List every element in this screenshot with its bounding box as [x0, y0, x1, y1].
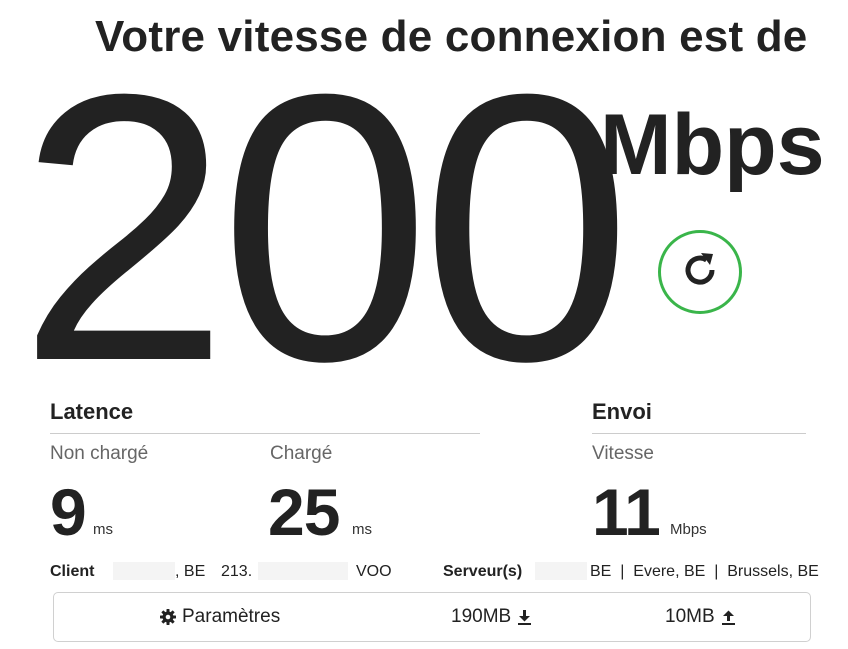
upload-arrow-icon	[721, 610, 735, 625]
latency-loaded-unit: ms	[352, 521, 372, 538]
refresh-icon	[679, 249, 721, 296]
latency-unloaded-value: 9	[50, 475, 87, 549]
download-speed-value: 200	[18, 15, 632, 440]
client-isp: VOO	[356, 563, 392, 580]
latency-loaded-value: 25	[268, 475, 340, 549]
client-country: , BE	[175, 563, 206, 580]
upload-title: Envoi	[592, 399, 652, 424]
settings-bar: Paramètres 190MB 10MB	[53, 592, 811, 642]
gear-icon	[160, 609, 176, 625]
settings-button[interactable]: Paramètres	[160, 593, 280, 641]
download-arrow-icon	[518, 609, 532, 625]
servers-list: BE | Evere, BE | Brussels, BE	[590, 563, 819, 580]
download-size-label: 190MB	[451, 606, 512, 627]
latency-loaded-label: Chargé	[270, 443, 333, 464]
client-label: Client	[50, 563, 95, 580]
latency-unloaded-label: Non chargé	[50, 443, 149, 464]
servers-redacted	[535, 562, 587, 580]
upload-size-label: 10MB	[665, 606, 715, 627]
download-size-item[interactable]: 190MB	[451, 593, 532, 641]
upload-speed-unit: Mbps	[670, 521, 707, 538]
upload-speed-value: 11	[592, 475, 661, 549]
upload-divider	[592, 433, 806, 434]
upload-speed-label: Vitesse	[592, 443, 654, 464]
client-ip-redacted	[258, 562, 348, 580]
upload-size-item[interactable]: 10MB	[665, 593, 735, 641]
refresh-button[interactable]	[658, 230, 742, 314]
latency-unloaded-unit: ms	[93, 521, 113, 538]
servers-label: Serveur(s)	[443, 563, 523, 580]
speedtest-page: Votre vitesse de connexion est de 200 Mb…	[0, 0, 848, 649]
download-speed-unit: Mbps	[600, 97, 825, 193]
latency-divider	[50, 433, 480, 434]
settings-label: Paramètres	[182, 606, 281, 627]
latency-title: Latence	[50, 399, 134, 424]
client-ip: 213.	[221, 563, 253, 580]
client-redacted	[113, 562, 175, 580]
